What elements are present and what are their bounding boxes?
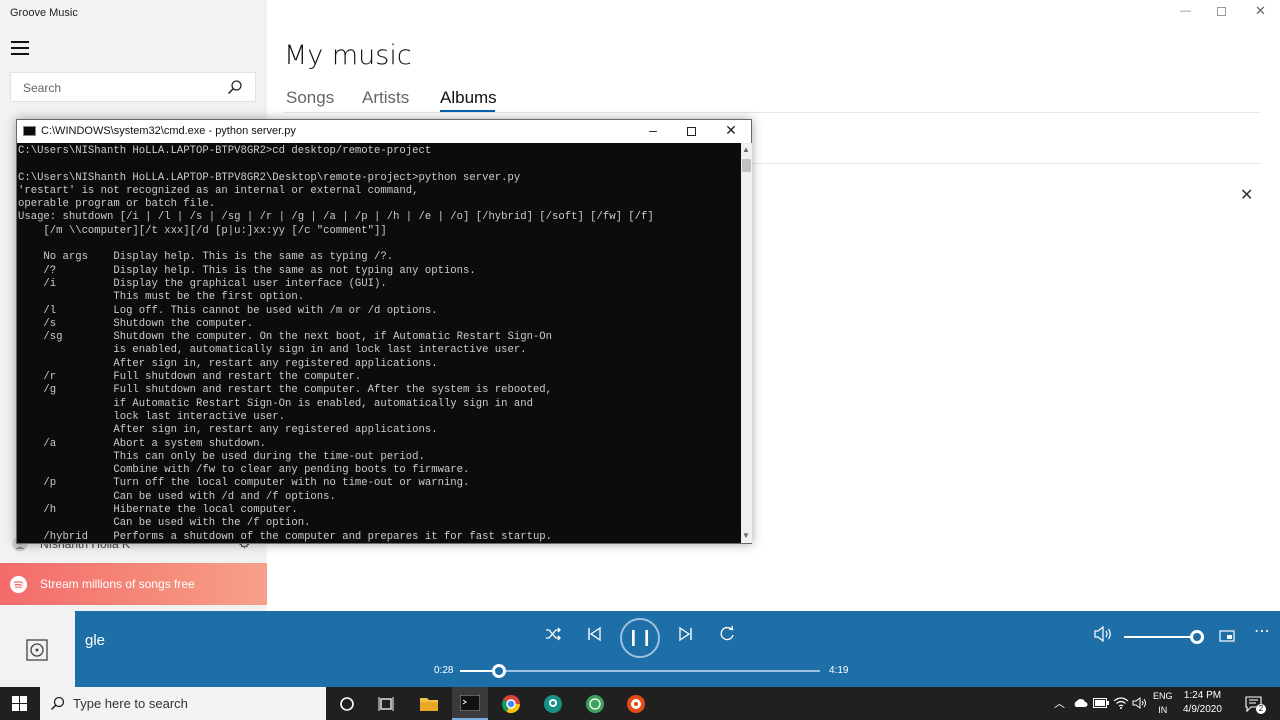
search-icon (50, 696, 65, 711)
cmd-titlebar[interactable]: C:\WINDOWS\system32\cmd.exe - python ser… (17, 120, 751, 143)
wifi-icon[interactable] (1113, 697, 1129, 709)
language-code: ENG (1153, 691, 1173, 701)
divider (750, 163, 1260, 164)
minimize-button[interactable]: — (1180, 5, 1191, 17)
tab-artists[interactable]: Artists (362, 88, 409, 108)
shuffle-icon[interactable] (539, 625, 567, 651)
chevron-up-icon[interactable]: ︿ (1054, 695, 1065, 711)
scroll-down-icon[interactable]: ▼ (742, 531, 750, 540)
gitkraken-icon[interactable] (543, 694, 563, 714)
seek-thumb[interactable] (491, 664, 506, 678)
hamburger-menu-icon[interactable] (11, 41, 29, 55)
file-explorer-icon[interactable] (419, 694, 439, 714)
cmd-maximize-button[interactable] (673, 122, 709, 141)
album-art[interactable] (0, 611, 75, 687)
cmd-title: C:\WINDOWS\system32\cmd.exe - python ser… (41, 125, 296, 137)
maximize-button[interactable] (1217, 7, 1226, 16)
search-icon[interactable] (227, 79, 243, 95)
groove-music-icon[interactable] (626, 694, 646, 714)
cmd-minimize-button[interactable]: – (635, 122, 671, 141)
cmd-app-icon (23, 126, 36, 136)
chrome-icon[interactable] (501, 694, 521, 714)
clock-date: 4/9/2020 (1183, 704, 1222, 715)
volume-thumb[interactable] (1190, 630, 1204, 644)
track-title[interactable]: gle (85, 632, 105, 649)
close-icon[interactable]: ✕ (1240, 185, 1253, 205)
mini-player-icon[interactable] (1213, 627, 1241, 653)
search-box[interactable] (10, 72, 256, 103)
spotify-promo-banner[interactable]: Stream millions of songs free (0, 563, 267, 605)
task-view-icon[interactable] (376, 694, 396, 714)
notification-badge: 2 (1256, 704, 1266, 714)
now-playing-bar: gle ❙❙ 0:28 4:19 ⋯ (0, 611, 1280, 687)
page-title: My music (284, 40, 412, 71)
scroll-up-icon[interactable]: ▲ (742, 145, 750, 154)
cmd-close-button[interactable]: ✕ (713, 122, 749, 141)
cortana-icon[interactable] (337, 694, 357, 714)
promo-text: Stream millions of songs free (40, 577, 195, 591)
duration-time: 4:19 (829, 665, 849, 676)
speaker-icon[interactable] (1132, 697, 1148, 709)
region-code: IN (1158, 705, 1168, 715)
search-input[interactable] (11, 73, 221, 103)
repeat-icon[interactable] (713, 625, 741, 651)
seek-bar[interactable] (460, 664, 820, 678)
previous-track-icon[interactable] (580, 625, 608, 651)
next-track-icon[interactable] (672, 625, 700, 651)
battery-icon[interactable] (1093, 698, 1109, 708)
volume-icon[interactable] (1089, 625, 1117, 651)
tab-albums[interactable]: Albums (440, 88, 497, 108)
scrollbar-thumb[interactable] (742, 159, 751, 172)
taskbar-search-box[interactable]: Type here to search (40, 687, 326, 720)
taskbar-clock[interactable]: 1:24 PM 4/9/2020 (1183, 689, 1222, 717)
pause-button[interactable]: ❙❙ (620, 618, 660, 658)
taskbar-search-placeholder: Type here to search (73, 696, 188, 711)
volume-slider[interactable] (1124, 636, 1198, 638)
elapsed-time: 0:28 (434, 665, 454, 676)
clock-time: 1:24 PM (1183, 690, 1222, 701)
taskbar-cmd-active[interactable] (452, 687, 488, 720)
spotify-icon (10, 576, 27, 593)
close-window-button[interactable]: ✕ (1255, 3, 1266, 19)
app-icon[interactable] (585, 694, 605, 714)
cmd-scrollbar[interactable]: ▲ ▼ (741, 143, 752, 543)
taskbar: Type here to search ︿ ENG IN 1:24 PM 4/9… (0, 687, 1280, 720)
album-placeholder-icon (26, 639, 48, 661)
cmd-window[interactable]: C:\WINDOWS\system32\cmd.exe - python ser… (16, 119, 752, 544)
divider (284, 112, 1260, 113)
app-title: Groove Music (10, 7, 78, 19)
console-output: C:\Users\NIShanth HoLLA.LAPTOP-BTPV8GR2>… (18, 145, 654, 543)
tab-songs[interactable]: Songs (286, 88, 334, 108)
more-options-icon[interactable]: ⋯ (1248, 621, 1276, 647)
cmd-console[interactable]: C:\Users\NIShanth HoLLA.LAPTOP-BTPV8GR2>… (17, 143, 742, 543)
cmd-icon (460, 695, 480, 711)
language-indicator[interactable]: ENG IN (1153, 689, 1173, 717)
windows-start-icon[interactable] (12, 696, 27, 711)
onedrive-icon[interactable] (1072, 698, 1088, 708)
